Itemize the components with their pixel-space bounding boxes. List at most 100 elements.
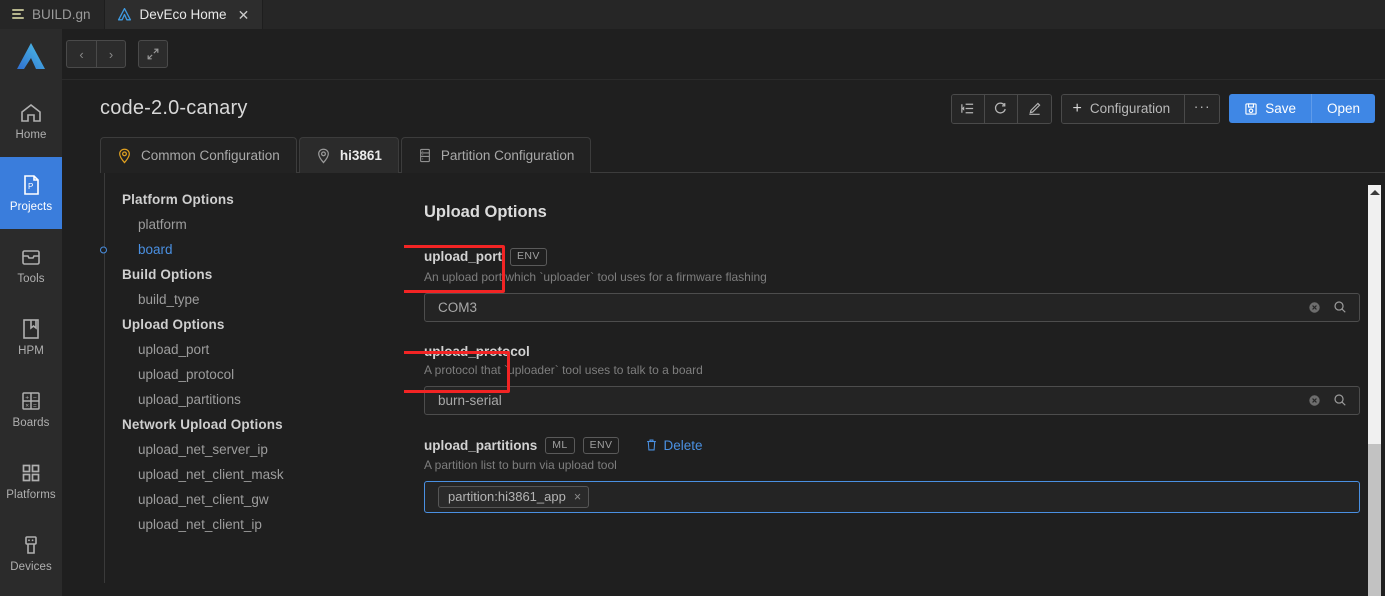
project-file-icon: P: [24, 174, 39, 195]
config-tab-row: Common Configuration hi3861 Partition Co…: [82, 137, 1385, 173]
field-upload-protocol: upload_protocol A protocol that `uploade…: [424, 344, 1385, 415]
expand-collapse-button[interactable]: [138, 40, 168, 68]
save-open-group: Save Open: [1229, 94, 1375, 123]
badge-ml: ML: [545, 436, 575, 455]
nav-forward-button[interactable]: ›: [96, 40, 126, 68]
editor-tab-build-gn[interactable]: BUILD.gn: [0, 0, 105, 29]
header-icon-group: [950, 93, 1052, 124]
tree-item-upload-net-server-ip[interactable]: upload_net_server_ip: [104, 437, 404, 462]
activity-bar: Home P Projects Tools HPM + − × = Boards…: [0, 29, 62, 596]
configuration-group: + Configuration ···: [1060, 93, 1221, 124]
sidebar-item-home[interactable]: Home: [0, 85, 62, 157]
clear-icon[interactable]: [1308, 394, 1321, 407]
usb-device-icon: [25, 535, 37, 554]
tab-hi3861[interactable]: hi3861: [298, 137, 399, 173]
chip-label: partition:hi3861_app: [448, 489, 566, 505]
outline-list-button[interactable]: [951, 94, 985, 123]
tab-label: hi3861: [339, 148, 382, 163]
field-description: A protocol that `uploader` tool uses to …: [424, 362, 703, 377]
grid-squares-icon: [22, 464, 40, 482]
tree-item-platform[interactable]: platform: [104, 212, 404, 237]
open-label: Open: [1326, 101, 1360, 116]
tree-item-label: upload_net_client_mask: [138, 467, 284, 482]
upload-partitions-input[interactable]: partition:hi3861_app ×: [424, 481, 1360, 514]
sidebar-item-label: Home: [15, 128, 47, 141]
tree-item-label: upload_net_client_ip: [138, 517, 262, 532]
sidebar-item-label: HPM: [18, 344, 44, 357]
location-pin-icon: [317, 148, 329, 164]
sidebar-item-partial[interactable]: [0, 589, 62, 596]
main-panel: ‹ › code-2.0-canary + Configuration ··· …: [62, 29, 1385, 596]
deveco-studio-window: BUILD.gn DevEco Home ✕ Home P Projects T…: [0, 0, 1385, 596]
refresh-button[interactable]: [984, 94, 1018, 123]
badge-env: ENV: [582, 436, 620, 455]
file-gn-icon: [12, 9, 24, 20]
tab-partition-configuration[interactable]: Partition Configuration: [400, 137, 592, 173]
tree-item-build-type[interactable]: build_type: [104, 287, 404, 312]
scroll-up-button[interactable]: [1368, 185, 1381, 199]
upload-port-input[interactable]: COM3: [424, 292, 1360, 322]
sidebar-item-boards[interactable]: + − × = Boards: [0, 373, 62, 445]
input-actions: [1308, 393, 1351, 407]
tree-group-build-options: Build Options: [122, 267, 213, 282]
field-header: upload_port ENV: [424, 248, 1385, 266]
svg-text:−: −: [33, 394, 37, 401]
nav-back-button[interactable]: ‹: [66, 40, 96, 68]
search-icon[interactable]: [1333, 300, 1347, 314]
scrollbar-thumb[interactable]: [1368, 444, 1381, 596]
tree-group-upload-options: Upload Options: [122, 317, 225, 332]
editor-tab-strip: BUILD.gn DevEco Home ✕: [0, 0, 1385, 29]
calculator-board-icon: + − × =: [22, 392, 40, 410]
open-button[interactable]: Open: [1311, 94, 1375, 123]
vertical-scrollbar[interactable]: [1368, 185, 1381, 596]
add-configuration-button[interactable]: + Configuration: [1061, 94, 1186, 123]
tree-item-upload-net-client-ip[interactable]: upload_net_client_ip: [104, 512, 404, 537]
upload-protocol-input[interactable]: burn-serial: [424, 385, 1360, 415]
tree-item-upload-port[interactable]: upload_port: [104, 337, 404, 362]
svg-text:P: P: [28, 182, 33, 191]
chip-remove-icon[interactable]: ×: [574, 490, 581, 504]
deveco-brand-logo: [0, 29, 62, 85]
page-title: code-2.0-canary: [100, 97, 248, 119]
sidebar-item-projects[interactable]: P Projects: [0, 157, 62, 229]
clear-icon[interactable]: [1308, 301, 1321, 314]
tab-common-configuration[interactable]: Common Configuration: [100, 137, 297, 173]
config-body: Platform Options platform board Build Op…: [82, 173, 1385, 583]
form-pane: Upload Options upload_port ENV An upload…: [404, 173, 1385, 583]
svg-text:×: ×: [25, 402, 29, 409]
partition-chip[interactable]: partition:hi3861_app ×: [438, 486, 590, 509]
editor-tab-deveco-home[interactable]: DevEco Home ✕: [104, 0, 264, 29]
sidebar-item-devices[interactable]: Devices: [0, 517, 62, 589]
search-icon[interactable]: [1333, 393, 1347, 407]
edit-button[interactable]: [1017, 94, 1051, 123]
diagonal-arrows-icon: [147, 48, 159, 60]
save-button[interactable]: Save: [1229, 94, 1312, 123]
delete-button[interactable]: Delete: [645, 438, 702, 453]
more-options-button[interactable]: ···: [1185, 94, 1220, 123]
tree-item-upload-protocol[interactable]: upload_protocol: [104, 362, 404, 387]
input-actions: [1308, 300, 1351, 314]
outline-list-icon: [961, 103, 974, 114]
sidebar-item-label: Tools: [17, 272, 45, 285]
configuration-label: Configuration: [1089, 101, 1171, 116]
sidebar-item-hpm[interactable]: HPM: [0, 301, 62, 373]
content-area: code-2.0-canary + Configuration ··· Save…: [62, 80, 1385, 583]
badge-env: ENV: [510, 248, 547, 266]
tree-item-upload-net-client-gw[interactable]: upload_net_client_gw: [104, 487, 404, 512]
svg-text:=: =: [33, 402, 37, 409]
sidebar-item-platforms[interactable]: Platforms: [0, 445, 62, 517]
tree-item-upload-partitions[interactable]: upload_partitions: [104, 387, 404, 412]
tree-item-board[interactable]: board: [100, 237, 404, 262]
tree-item-label: upload_port: [138, 342, 210, 357]
project-header: code-2.0-canary + Configuration ··· Save…: [82, 80, 1385, 137]
field-upload-partitions: upload_partitions ML ENV Delete A partit…: [424, 436, 1385, 514]
toolbox-icon: [22, 249, 40, 265]
tree-item-upload-net-client-mask[interactable]: upload_net_client_mask: [104, 462, 404, 487]
tree-group-platform-options: Platform Options: [122, 192, 234, 207]
tree-group-network-upload-options: Network Upload Options: [122, 417, 283, 432]
close-icon[interactable]: ✕: [238, 8, 250, 22]
active-marker-icon: [100, 246, 107, 253]
editor-tab-label: BUILD.gn: [32, 7, 91, 22]
tree-item-label: board: [138, 242, 173, 257]
sidebar-item-tools[interactable]: Tools: [0, 229, 62, 301]
